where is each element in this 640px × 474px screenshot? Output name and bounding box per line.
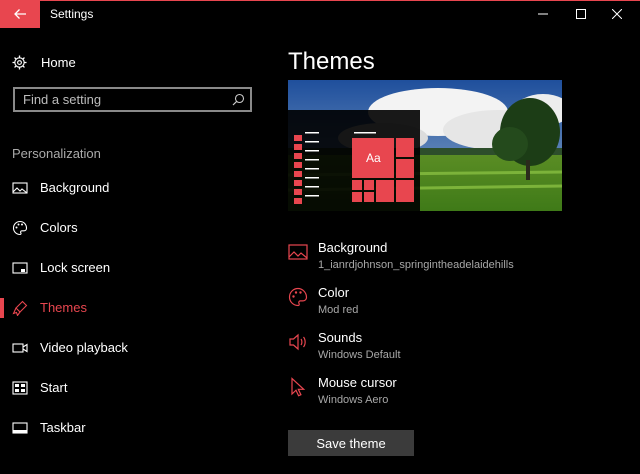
theme-property-mouse-cursor[interactable]: Mouse cursor Windows Aero (288, 375, 628, 415)
page-title: Themes (288, 48, 375, 75)
property-value: Mod red (318, 304, 359, 316)
sidebar-item-label: Video playback (40, 340, 128, 355)
preview-tile-label: Aa (366, 151, 381, 165)
sidebar-item-start[interactable]: Start (0, 368, 270, 408)
window-title: Settings (50, 7, 94, 21)
sidebar-item-themes[interactable]: Themes (0, 288, 270, 328)
close-icon (612, 9, 622, 19)
close-button[interactable] (594, 0, 640, 28)
title-bar: Settings (0, 0, 640, 28)
sidebar-item-label: Lock screen (40, 260, 111, 275)
sidebar-item-label: Taskbar (40, 420, 86, 435)
theme-preview: Aa (288, 80, 562, 211)
save-theme-button[interactable]: Save theme (288, 430, 414, 456)
themes-icon (12, 300, 28, 316)
start-icon (12, 381, 28, 395)
main-content: Themes Aa Background 1_ianrdjohnson_spri… (270, 28, 640, 474)
theme-property-background[interactable]: Background 1_ianrdjohnson_springintheade… (288, 240, 628, 280)
sidebar-item-colors[interactable]: Colors (0, 208, 270, 248)
taskbar-icon (12, 422, 28, 434)
theme-property-color[interactable]: Color Mod red (288, 285, 628, 325)
property-value: 1_ianrdjohnson_springintheadelaidehills (318, 259, 514, 271)
picture-icon (288, 244, 308, 260)
sidebar-item-background[interactable]: Background (0, 168, 270, 208)
section-header-personalization: Personalization (12, 146, 101, 161)
nav-home[interactable]: Home (12, 50, 76, 74)
sidebar-item-label: Background (40, 180, 110, 195)
back-button[interactable] (0, 0, 40, 28)
maximize-icon (576, 9, 586, 19)
sidebar-item-taskbar[interactable]: Taskbar (0, 408, 270, 448)
lock-screen-icon (12, 262, 28, 274)
palette-icon (288, 287, 308, 307)
sidebar-item-video-playback[interactable]: Video playback (0, 328, 270, 368)
search-input[interactable] (15, 89, 250, 110)
speaker-icon (289, 333, 306, 351)
property-value: Windows Default (318, 349, 401, 361)
nav-home-label: Home (41, 54, 76, 70)
search-icon (232, 93, 245, 106)
video-icon (12, 343, 28, 353)
sidebar-item-lock-screen[interactable]: Lock screen (0, 248, 270, 288)
theme-property-sounds[interactable]: Sounds Windows Default (288, 330, 628, 370)
active-indicator (0, 298, 4, 318)
property-name: Color (318, 285, 350, 300)
property-value: Windows Aero (318, 394, 389, 406)
sidebar: Home Personalization Background Colors L… (0, 28, 270, 474)
theme-preview-image: Aa (288, 80, 562, 211)
sidebar-item-label: Start (40, 380, 68, 395)
property-name: Mouse cursor (318, 375, 397, 390)
sidebar-item-label: Themes (40, 300, 87, 315)
back-arrow-icon (14, 9, 26, 19)
property-name: Background (318, 240, 388, 255)
cursor-icon (291, 377, 306, 397)
minimize-icon (538, 13, 548, 15)
sidebar-item-label: Colors (40, 220, 78, 235)
palette-icon (12, 220, 28, 236)
image-icon (12, 182, 28, 194)
gear-icon (12, 54, 27, 70)
search-box (13, 87, 252, 112)
property-name: Sounds (318, 330, 363, 345)
